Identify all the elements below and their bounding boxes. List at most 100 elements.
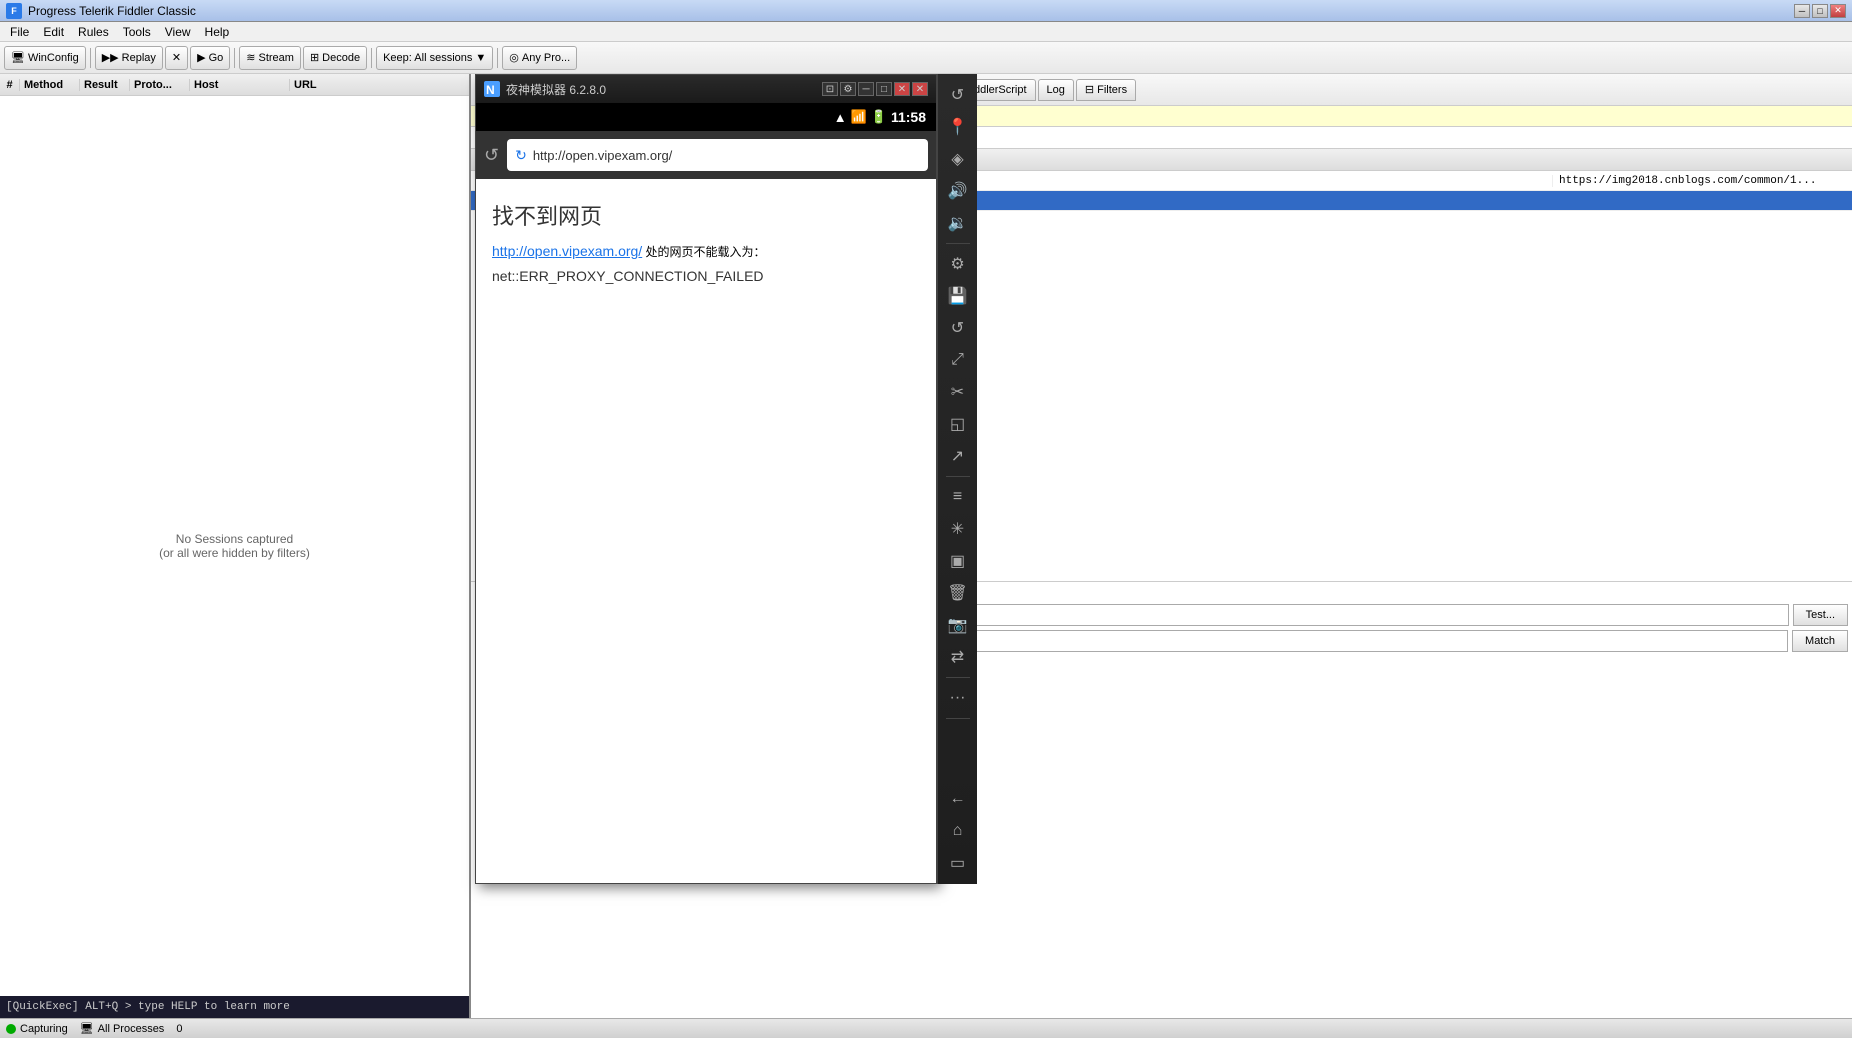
session-count-value: 0 — [176, 1023, 182, 1035]
maximize-button[interactable]: □ — [1812, 4, 1828, 18]
nox-sidebar-icon-copy[interactable]: ◱ — [942, 409, 974, 439]
android-browser-bar: ↺ ↻ http://open.vipexam.org/ — [476, 131, 936, 179]
nox-title: 夜神模拟器 6.2.8.0 — [506, 81, 816, 98]
tab-filters[interactable]: ⊟ Filters — [1076, 79, 1136, 101]
nox-sidebar-sep-2 — [946, 476, 970, 477]
nox-icon: N — [484, 81, 500, 97]
nox-btn-maximize[interactable]: □ — [876, 82, 892, 96]
no-sessions-text: No Sessions captured (or all were hidden… — [159, 532, 310, 560]
nox-sidebar-icon-share[interactable]: ↗ — [942, 441, 974, 471]
nox-sidebar-icon-transfer[interactable]: ⇄ — [942, 642, 974, 672]
sessions-body: No Sessions captured (or all were hidden… — [0, 96, 469, 996]
menu-view[interactable]: View — [159, 23, 197, 41]
toolbar-sep-3 — [371, 48, 372, 68]
window-controls: ─ □ ✕ — [1794, 4, 1846, 18]
capturing-label: Capturing — [20, 1023, 68, 1035]
menu-tools[interactable]: Tools — [117, 23, 157, 41]
app-icon: F — [6, 3, 22, 19]
error-link[interactable]: http://open.vipexam.org/ — [492, 243, 642, 259]
x-button[interactable]: ✕ — [165, 46, 188, 70]
tab-log[interactable]: Log — [1038, 79, 1074, 101]
nox-sidebar-icon-screen2[interactable]: ▣ — [942, 546, 974, 576]
signal-icon: 📶 — [851, 109, 867, 125]
nox-sidebar-sep-3 — [946, 677, 970, 678]
nox-sidebar-icon-scan[interactable]: ◈ — [942, 144, 974, 174]
col-header-method: Method — [20, 79, 80, 91]
nox-btn-close2[interactable]: ✕ — [912, 82, 928, 96]
test-button[interactable]: Test... — [1793, 604, 1848, 626]
decode-button[interactable]: ⊞ Decode — [303, 46, 367, 70]
error-description: http://open.vipexam.org/ 处的网页不能载入为： — [492, 243, 920, 260]
android-url-bar[interactable]: ↻ http://open.vipexam.org/ — [507, 139, 928, 171]
nox-sidebar-icon-save[interactable]: 💾 — [942, 281, 974, 311]
nox-sidebar-icon-trash[interactable]: 🗑 — [942, 578, 974, 608]
browser-back-icon[interactable]: ↺ — [484, 145, 499, 166]
match-button[interactable]: Match — [1792, 630, 1848, 652]
error-code: net::ERR_PROXY_CONNECTION_FAILED — [492, 268, 920, 284]
nox-btn-settings[interactable]: ⚙ — [840, 82, 856, 96]
nox-sidebar-icon-cut[interactable]: ✂ — [942, 377, 974, 407]
menu-file[interactable]: File — [4, 23, 35, 41]
nox-sidebar-icon-fullscreen[interactable]: ⤢ — [942, 345, 974, 375]
go-button[interactable]: ▶ Go — [190, 46, 230, 70]
nox-btn-minimize[interactable]: ─ — [858, 82, 874, 96]
capturing-status: Capturing — [6, 1023, 68, 1035]
nox-sidebar-icon-nav-home[interactable]: ⌂ — [942, 816, 974, 846]
nox-sidebar-icon-volume-down[interactable]: 🔉 — [942, 208, 974, 238]
battery-icon: 🔋 — [871, 109, 887, 125]
stream-icon: ≋ — [246, 51, 255, 64]
toolbar-sep-4 — [497, 48, 498, 68]
nox-btn-screen[interactable]: ⊡ — [822, 82, 838, 96]
minimize-button[interactable]: ─ — [1794, 4, 1810, 18]
close-button[interactable]: ✕ — [1830, 4, 1846, 18]
menu-help[interactable]: Help — [199, 23, 236, 41]
ar-cell-response-1: https://img2018.cnblogs.com/common/1... — [1552, 175, 1852, 187]
nox-sidebar-icon-camera[interactable]: 📷 — [942, 610, 974, 640]
col-header-result: Result — [80, 79, 130, 91]
android-status-right: ▲ 📶 🔋 11:58 — [834, 109, 926, 125]
replay-icon: ▶▶ — [102, 51, 119, 64]
winconfig-button[interactable]: 🖥 WinConfig — [4, 46, 86, 70]
status-bar: Capturing 🖥 All Processes 0 — [0, 1018, 1852, 1038]
nox-sidebar-icon-more[interactable]: ··· — [942, 683, 974, 713]
menu-edit[interactable]: Edit — [37, 23, 70, 41]
winconfig-icon: 🖥 — [11, 51, 25, 64]
menu-rules[interactable]: Rules — [72, 23, 115, 41]
url-text: http://open.vipexam.org/ — [533, 148, 672, 163]
nox-sidebar-sep-4 — [946, 718, 970, 719]
x-icon: ✕ — [172, 51, 181, 64]
nox-sidebar: ↺ 📍 ◈ 🔊 🔉 ⚙ 💾 ↺ ⤢ ✂ ◱ ↗ ≡ ✳ ▣ 🗑 📷 ⇄ ··· … — [937, 74, 977, 884]
filter-icon: ⊟ — [1085, 83, 1094, 96]
col-header-proto: Proto... — [130, 79, 190, 91]
nox-btn-close[interactable]: ✕ — [894, 82, 910, 96]
nox-sidebar-icon-back[interactable]: ↺ — [942, 80, 974, 110]
svg-text:N: N — [486, 83, 495, 97]
nox-sidebar-icon-location[interactable]: 📍 — [942, 112, 974, 142]
app-title: Progress Telerik Fiddler Classic — [28, 4, 196, 18]
nox-sidebar-icon-volume-up[interactable]: 🔊 — [942, 176, 974, 206]
nox-sidebar-icon-settings[interactable]: ⚙ — [942, 249, 974, 279]
any-process-button[interactable]: ◎ Any Pro... — [502, 46, 577, 70]
stream-button[interactable]: ≋ Stream — [239, 46, 301, 70]
content-area: # Method Result Proto... Host URL No Ses… — [0, 74, 1852, 1018]
nox-sidebar-icon-nav-back[interactable]: ← — [942, 784, 974, 814]
all-processes-label: All Processes — [98, 1023, 165, 1035]
nox-window: N 夜神模拟器 6.2.8.0 ⊡ ⚙ ─ □ ✕ ✕ ▲ — [475, 74, 937, 884]
col-header-host: Host — [190, 79, 290, 91]
sessions-table-header: # Method Result Proto... Host URL — [0, 74, 469, 96]
android-status-bar: ▲ 📶 🔋 11:58 — [476, 103, 936, 131]
url-loading-icon: ↻ — [515, 147, 527, 164]
nox-sidebar-icon-nav-recent[interactable]: ▭ — [942, 848, 974, 878]
replay-button[interactable]: ▶▶ Replay — [95, 46, 163, 70]
quickexec-bar: [QuickExec] ALT+Q > type HELP to learn m… — [0, 996, 469, 1018]
app-window: F Progress Telerik Fiddler Classic ─ □ ✕… — [0, 0, 1852, 1038]
sessions-panel: # Method Result Proto... Host URL No Ses… — [0, 74, 471, 1018]
nox-sidebar-icon-loading[interactable]: ✳ — [942, 514, 974, 544]
process-status[interactable]: 🖥 All Processes — [80, 1022, 165, 1035]
col-header-hash: # — [0, 79, 20, 91]
nox-sidebar-icon-refresh[interactable]: ↺ — [942, 313, 974, 343]
keep-sessions-button[interactable]: Keep: All sessions ▼ — [376, 46, 493, 70]
title-bar: F Progress Telerik Fiddler Classic ─ □ ✕ — [0, 0, 1852, 22]
session-count: 0 — [176, 1023, 182, 1035]
nox-sidebar-icon-menu[interactable]: ≡ — [942, 482, 974, 512]
